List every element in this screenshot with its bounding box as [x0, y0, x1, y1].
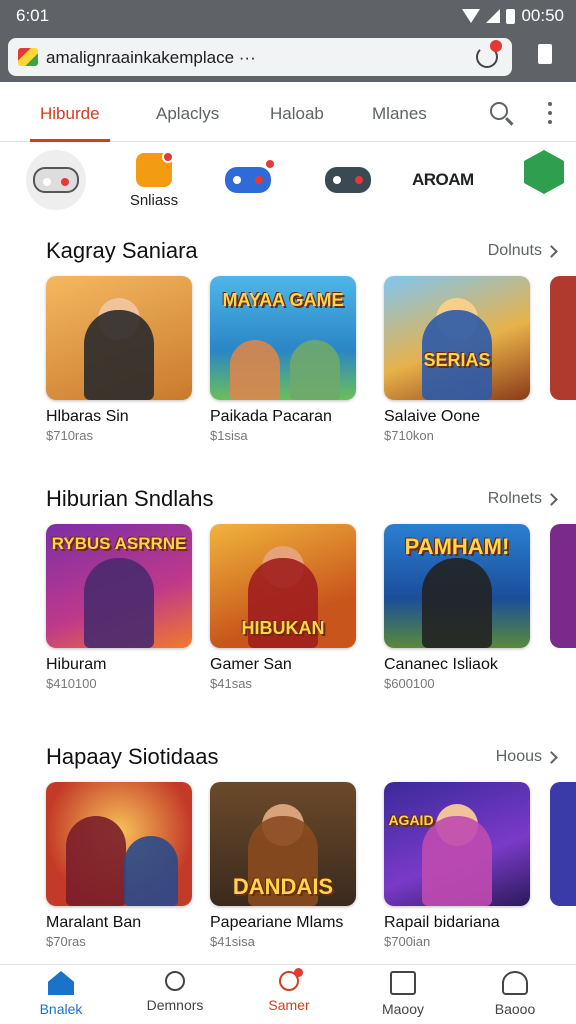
search-badge-icon — [279, 968, 303, 991]
game-price: $410100 — [46, 676, 97, 691]
category-smiley[interactable]: Snliass — [124, 150, 184, 209]
nav-label: Bnalek — [39, 1001, 83, 1017]
game-thumbnail: RYBUS ASRRNE — [46, 524, 192, 648]
game-card[interactable]: DANDAIS Papeariane Mlams $41sisa — [210, 782, 356, 949]
status-time: 6:01 — [16, 6, 50, 25]
status-bar: 6:01 00:50 — [0, 0, 576, 32]
category-green-s[interactable] — [524, 150, 564, 194]
profile-icon — [502, 971, 528, 995]
bottom-nav: Bnalek Demnors Samer Maooy Baooo — [0, 964, 576, 1024]
nav-label: Maooy — [381, 1001, 425, 1017]
controller-blue-icon — [225, 167, 271, 193]
smiley-icon — [136, 151, 174, 187]
nav-home[interactable]: Bnalek — [16, 971, 106, 1017]
tab-hiburde[interactable]: Hiburde — [40, 104, 100, 124]
category-row: Snliass AROAM — [0, 150, 576, 220]
nav-label: Samer — [268, 997, 310, 1013]
game-title: Papeariane Mlams — [210, 914, 344, 931]
nav-label: Demnors — [146, 997, 204, 1013]
nav-search[interactable]: Demnors — [130, 971, 220, 1013]
category-controller-dark[interactable] — [318, 150, 378, 210]
tab-aplaclys[interactable]: Aplaclys — [156, 104, 219, 124]
game-title: Cananec Isliaok — [384, 656, 498, 673]
game-card[interactable]: SERIAS Salaive Oone $710kon — [384, 276, 530, 443]
status-clock-right: 00:50 — [521, 6, 564, 25]
section-title: Hiburian Sndlahs — [46, 486, 214, 511]
game-price: $710kon — [384, 428, 434, 443]
tabs-icon[interactable] — [538, 44, 552, 64]
game-card[interactable]: AGAID Rapail bidariana $700ian — [384, 782, 530, 949]
library-icon — [390, 971, 416, 995]
more-vert-icon[interactable] — [548, 102, 552, 124]
game-card[interactable]: MAYAA GAME Paikada Pacaran $1sisa — [210, 276, 356, 443]
section-3: Hapaay Siotidaas Hoous Maralant Ban $70r… — [0, 744, 576, 984]
home-icon — [48, 971, 74, 995]
section-more-link[interactable]: Dolnuts — [488, 242, 542, 260]
site-favicon-icon — [18, 48, 38, 66]
game-thumbnail — [46, 276, 192, 400]
tab-bar: Hiburde Aplaclys Haloab Mlanes — [0, 84, 576, 142]
game-card[interactable]: Maralant Ban $70ras — [46, 782, 192, 949]
nav-games[interactable]: Samer — [244, 968, 334, 1013]
section-title: Kagray Saniara — [46, 238, 198, 263]
status-icons: 00:50 — [462, 6, 564, 26]
game-thumbnail — [46, 782, 192, 906]
address-bar[interactable]: amalignraainkakemplace ··· — [8, 38, 512, 76]
next-card-peek[interactable] — [550, 524, 576, 648]
game-title: Maralant Ban — [46, 914, 142, 931]
browser-toolbar: amalignraainkakemplace ··· — [0, 32, 576, 82]
game-price: $600100 — [384, 676, 435, 691]
nav-label: Baooo — [494, 1001, 536, 1017]
game-title: Hiburam — [46, 656, 107, 673]
nav-profile[interactable]: Baooo — [470, 971, 560, 1017]
section-title: Hapaay Siotidaas — [46, 744, 219, 769]
game-thumbnail: AGAID — [384, 782, 530, 906]
category-controller-blue[interactable] — [218, 150, 278, 210]
game-price: $41sisa — [210, 934, 255, 949]
game-thumbnail: DANDAIS — [210, 782, 356, 906]
game-price: $70ras — [46, 934, 86, 949]
game-card[interactable]: HIBUKAN Gamer San $41sas — [210, 524, 356, 691]
battery-icon — [506, 8, 516, 24]
game-price: $700ian — [384, 934, 431, 949]
game-thumbnail: SERIAS — [384, 276, 530, 400]
refresh-icon[interactable] — [476, 40, 502, 68]
gamepad-icon — [33, 167, 79, 193]
active-tab-indicator — [30, 139, 110, 142]
tab-mlanes[interactable]: Mlanes — [372, 104, 427, 124]
signal-icon — [486, 9, 501, 23]
game-card[interactable]: Hlbaras Sin $710ras — [46, 276, 192, 443]
game-title: Gamer San — [210, 656, 292, 673]
game-thumbnail: MAYAA GAME — [210, 276, 356, 400]
section-1: Kagray Saniara Dolnuts Hlbaras Sin $710r… — [0, 238, 576, 478]
section-more-link[interactable]: Hoous — [496, 748, 542, 766]
next-card-peek[interactable] — [550, 782, 576, 906]
nav-library[interactable]: Maooy — [358, 971, 448, 1017]
url-text[interactable]: amalignraainkakemplace ··· — [46, 48, 256, 68]
game-price: $1sisa — [210, 428, 248, 443]
game-thumbnail: PAMHAM! — [384, 524, 530, 648]
search-icon — [165, 971, 185, 991]
controller-dark-icon — [325, 167, 371, 193]
wifi-icon — [462, 9, 481, 23]
game-title: Rapail bidariana — [384, 914, 500, 931]
game-thumbnail: HIBUKAN — [210, 524, 356, 648]
section-2: Hiburian Sndlahs Rolnets RYBUS ASRRNE Hi… — [0, 486, 576, 726]
search-icon[interactable] — [490, 102, 508, 120]
game-card[interactable]: RYBUS ASRRNE Hiburam $410100 — [46, 524, 192, 691]
section-more-link[interactable]: Rolnets — [488, 490, 542, 508]
category-aroam[interactable]: AROAM — [412, 150, 474, 190]
next-card-peek[interactable] — [550, 276, 576, 400]
green-s-icon — [524, 150, 564, 194]
game-title: Hlbaras Sin — [46, 408, 129, 425]
game-price: $710ras — [46, 428, 93, 443]
tab-haloab[interactable]: Haloab — [270, 104, 324, 124]
game-price: $41sas — [210, 676, 252, 691]
game-title: Salaive Oone — [384, 408, 481, 425]
game-title: Paikada Pacaran — [210, 408, 332, 425]
category-gamepad[interactable] — [26, 150, 86, 210]
aroam-logo: AROAM — [412, 170, 474, 189]
game-card[interactable]: PAMHAM! Cananec Isliaok $600100 — [384, 524, 530, 691]
